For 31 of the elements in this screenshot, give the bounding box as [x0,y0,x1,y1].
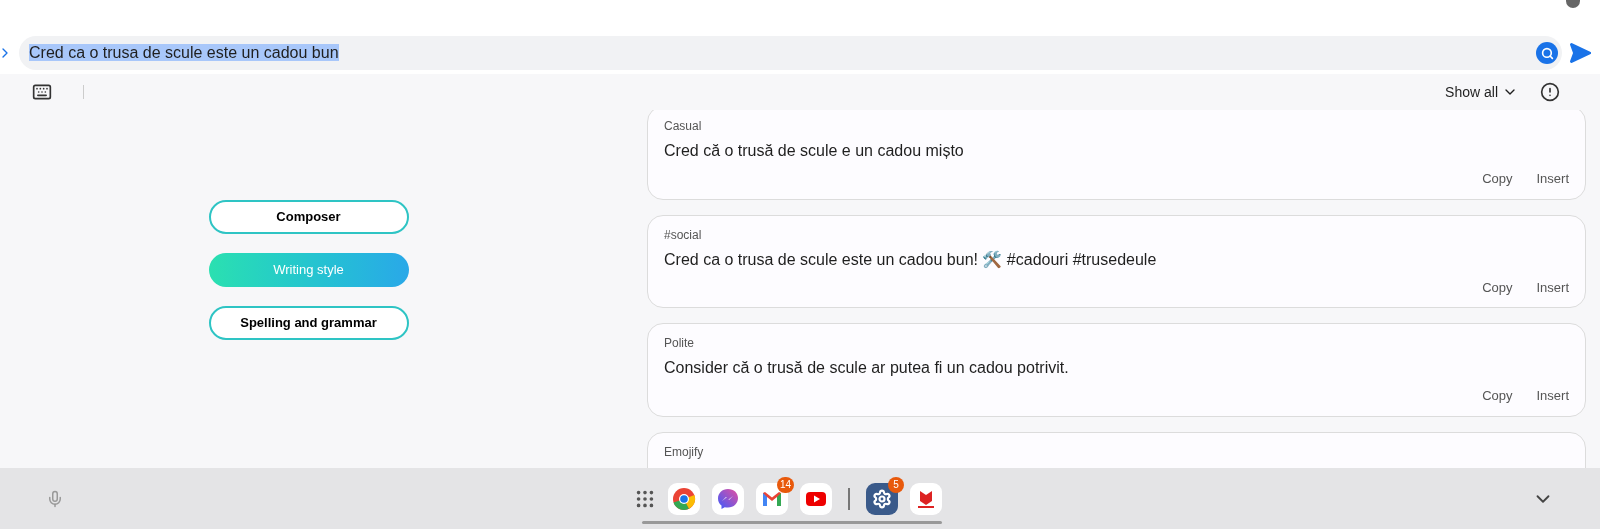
action-link[interactable]: Copy [1482,169,1513,189]
suggestion-text: Cred ca o trusa de scule este un cadou bun! 🛠 #cadouri #trusedeule [664,249,1158,270]
action-link[interactable]: Insert [1536,277,1569,297]
action-link[interactable]: Insert [1536,169,1569,189]
alert-icon[interactable] [1540,82,1560,102]
send-icon[interactable] [1568,41,1592,65]
settings-icon[interactable] [866,482,898,515]
keyboard-icon[interactable] [32,82,52,102]
action-link[interactable]: Insert [1536,386,1569,406]
input-text: Cred ca o trusa de scule este un cadou bun [29,43,340,63]
action-link[interactable]: Copy [1482,386,1513,406]
mode-button[interactable]: Spelling and grammar [208,306,409,340]
text-input-field[interactable]: Cred ca o trusa de scule este un cadou bun [19,36,1562,70]
notification-badge: 5 [888,476,904,493]
mode-button[interactable]: Composer [208,200,409,234]
delivery-app-icon[interactable] [910,482,942,515]
app-icon[interactable] [668,482,700,515]
style-label: #social [664,226,703,244]
notification-badge: 14 [776,476,794,493]
show-all-button[interactable]: Show all [1445,81,1518,103]
style-label: Emojify [664,443,705,461]
suggestion-text: Cred că o trusă de scule e un cadou mișto [664,141,965,161]
suggestion-text: Consider că o trusă de scule ar putea fi un cadou potrivit. [664,358,1070,378]
home-handle[interactable] [642,521,942,524]
chat-app-icon[interactable] [712,482,744,515]
avatar[interactable] [1566,0,1580,8]
action-link[interactable]: Copy [1482,277,1513,297]
video-app-icon[interactable] [800,482,832,515]
style-label: Casual [664,118,703,135]
style-label: Polite [664,335,696,352]
search-icon[interactable] [1536,42,1558,64]
